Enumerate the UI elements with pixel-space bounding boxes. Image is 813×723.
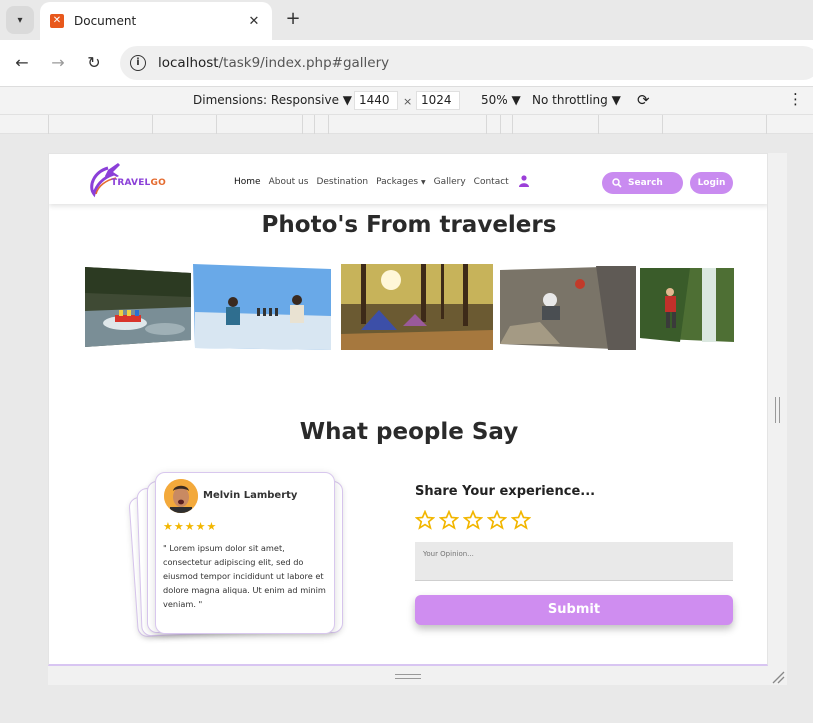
browser-toolbar: ← → ↻ i localhost/task9/index.php#galler… <box>0 40 813 86</box>
chevron-down-icon: ▾ <box>17 14 23 26</box>
close-icon[interactable]: ✕ <box>244 14 264 29</box>
nav-gallery[interactable]: Gallery <box>434 177 466 187</box>
device-toolbar: Dimensions: Responsive ▼ 1440 × 1024 50%… <box>0 86 813 114</box>
tab-title: Document <box>74 14 137 28</box>
gallery-photo-waterfall[interactable] <box>640 268 734 342</box>
search-icon <box>612 178 622 188</box>
page-viewport: TRAVELGO Home About us Destination Packa… <box>48 153 768 666</box>
tab-strip: ▾ ✕ Document ✕ + <box>0 0 813 40</box>
search-button[interactable]: Search <box>602 172 683 194</box>
logo-text: TRAVELGO <box>111 178 166 188</box>
testimonials-title: What people Say <box>299 419 519 445</box>
search-label: Search <box>628 178 663 188</box>
nav-about[interactable]: About us <box>269 177 309 187</box>
zoom-dropdown[interactable]: 50% ▼ <box>481 93 521 107</box>
dimensions-dropdown[interactable]: Dimensions: Responsive ▼ <box>193 93 352 107</box>
rating-star-3-icon[interactable] <box>463 510 483 530</box>
corner-resize-icon[interactable] <box>771 670 785 684</box>
rating-input <box>415 510 531 530</box>
nav-destination[interactable]: Destination <box>316 177 368 187</box>
more-options-icon[interactable]: ⋮ <box>788 90 803 108</box>
opinion-input[interactable] <box>415 542 733 581</box>
throttling-dropdown[interactable]: No throttling ▼ <box>532 93 621 107</box>
nav-packages[interactable]: Packages ▼ <box>376 177 426 187</box>
site-header: TRAVELGO Home About us Destination Packa… <box>49 154 767 204</box>
back-icon[interactable]: ← <box>11 52 33 74</box>
testimonial-card: Melvin Lamberty ★★★★★ " Lorem ipsum dolo… <box>155 472 335 634</box>
rotate-icon[interactable]: ⟳ <box>637 91 650 109</box>
rating-star-5-icon[interactable] <box>511 510 531 530</box>
user-icon[interactable] <box>519 175 529 187</box>
bottom-resize-handle[interactable] <box>395 674 421 679</box>
rating-star-4-icon[interactable] <box>487 510 507 530</box>
login-button[interactable]: Login <box>690 172 733 194</box>
gallery-photo-forest-camping[interactable] <box>341 264 493 350</box>
gallery-title: Photo's From travelers <box>261 212 557 238</box>
times-symbol: × <box>403 95 413 108</box>
right-resize-handle[interactable] <box>775 397 780 423</box>
tab-search-button[interactable]: ▾ <box>6 6 34 34</box>
nav-contact[interactable]: Contact <box>474 177 509 187</box>
rating-star-1-icon[interactable] <box>415 510 435 530</box>
testimonial-stars: ★★★★★ <box>163 520 218 533</box>
rating-star-2-icon[interactable] <box>439 510 459 530</box>
xampp-favicon-icon: ✕ <box>50 14 64 28</box>
main-nav: Home About us Destination Packages ▼ Gal… <box>234 177 509 187</box>
site-info-icon[interactable]: i <box>130 55 146 71</box>
nav-home[interactable]: Home <box>234 177 261 187</box>
address-bar[interactable]: i localhost/task9/index.php#gallery <box>120 46 813 80</box>
forward-icon[interactable]: → <box>47 52 69 74</box>
gallery-photo-salt-flats[interactable] <box>193 264 333 350</box>
url-text: localhost/task9/index.php#gallery <box>158 55 390 71</box>
width-input[interactable]: 1440 <box>354 91 398 110</box>
share-experience-title: Share Your experience... <box>415 484 596 499</box>
gallery-photo-climbing[interactable] <box>500 266 638 350</box>
browser-tab[interactable]: ✕ Document ✕ <box>40 2 272 40</box>
height-input[interactable]: 1024 <box>416 91 460 110</box>
gallery-photo-rafting[interactable] <box>85 267 191 347</box>
testimonial-quote: " Lorem ipsum dolor sit amet, consectetu… <box>163 543 326 609</box>
reload-icon[interactable]: ↻ <box>83 52 105 74</box>
submit-button[interactable]: Submit <box>415 595 733 625</box>
avatar <box>164 479 198 513</box>
media-query-ruler <box>0 114 813 134</box>
caret-down-icon: ▼ <box>420 179 426 186</box>
testimonial-author: Melvin Lamberty <box>203 490 298 501</box>
testimonial-carousel[interactable]: Melvin Lamberty ★★★★★ " Lorem ipsum dolo… <box>128 472 343 639</box>
new-tab-button[interactable]: + <box>282 8 304 30</box>
